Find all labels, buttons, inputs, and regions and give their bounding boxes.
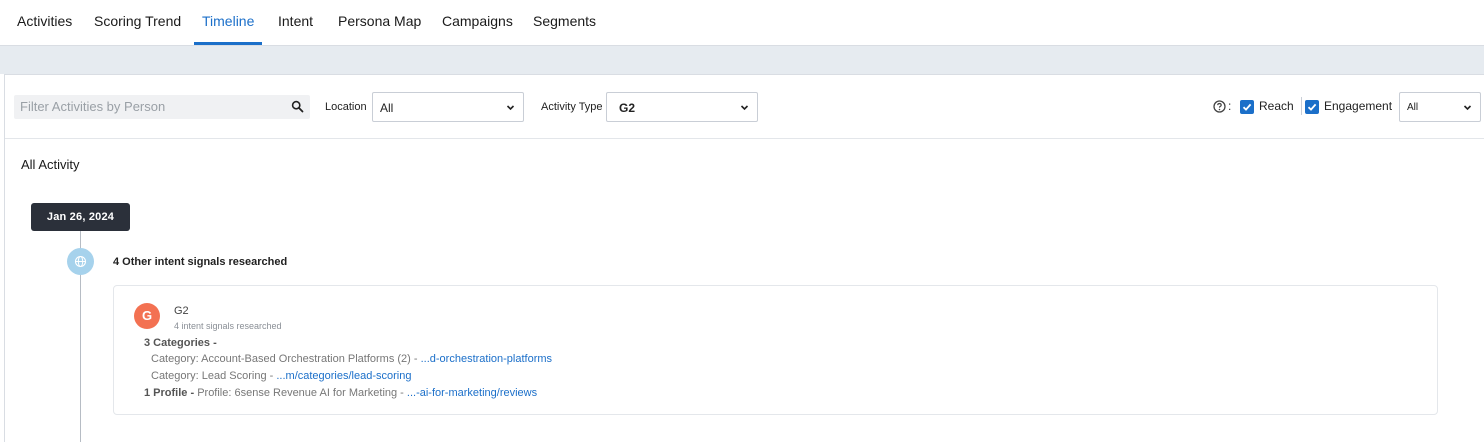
active-tab-indicator: [194, 42, 262, 45]
profile-row: 1 Profile - Profile: 6sense Revenue AI f…: [144, 387, 537, 399]
divider: [1301, 97, 1302, 115]
legend-separator: :: [1228, 99, 1232, 113]
g2-logo-icon: G: [134, 303, 160, 329]
category-2-link[interactable]: ...m/categories/lead-scoring: [276, 370, 411, 382]
activity-type-select-value: G2: [619, 101, 636, 115]
profile-header: 1 Profile -: [144, 387, 198, 399]
g2-logo-letter: G: [141, 308, 153, 323]
category-2-text: Category: Lead Scoring -: [151, 370, 277, 382]
location-select-value: All: [380, 101, 394, 115]
timeline-panel: Filter Activities by Person Location All…: [4, 74, 1484, 442]
engagement-label: Engagement: [1324, 99, 1393, 113]
tab-bar: Activities Scoring Trend Timeline Intent…: [0, 0, 1484, 46]
check-icon: [1242, 103, 1252, 111]
filter-bar: Filter Activities by Person Location All…: [5, 75, 1484, 139]
category-row-1: Category: Account-Based Orchestration Pl…: [151, 353, 552, 365]
activity-type-label: Activity Type: [541, 101, 603, 113]
tab-activities[interactable]: Activities: [17, 13, 72, 29]
person-filter-input[interactable]: Filter Activities by Person: [14, 95, 310, 119]
activity-card: G G2 4 intent signals researched 3 Categ…: [113, 285, 1438, 415]
globe-icon: [74, 255, 87, 268]
profile-link[interactable]: ...-ai-for-marketing/reviews: [407, 387, 537, 399]
category-1-text: Category: Account-Based Orchestration Pl…: [151, 353, 421, 365]
tab-intent[interactable]: Intent: [278, 13, 313, 29]
search-icon[interactable]: [291, 100, 304, 113]
profile-text: Profile: 6sense Revenue AI for Marketing…: [197, 387, 407, 399]
check-icon: [1307, 103, 1317, 111]
card-subtitle: 4 intent signals researched: [174, 321, 282, 331]
engagement-checkbox[interactable]: [1305, 100, 1319, 114]
chevron-down-icon: [740, 105, 749, 111]
reach-label: Reach: [1259, 99, 1294, 113]
header-band: [0, 46, 1484, 74]
activity-type-select[interactable]: G2: [606, 92, 758, 122]
tab-timeline[interactable]: Timeline: [202, 13, 254, 29]
card-source-name: G2: [174, 305, 189, 317]
category-1-link[interactable]: ...d-orchestration-platforms: [421, 353, 552, 365]
timeline-node: [67, 248, 94, 275]
tab-scoring-trend[interactable]: Scoring Trend: [94, 13, 181, 29]
categories-header-text: 3 Categories -: [144, 337, 217, 349]
engagement-select[interactable]: All: [1399, 92, 1481, 122]
tab-segments[interactable]: Segments: [533, 13, 596, 29]
categories-header: 3 Categories -: [144, 337, 217, 349]
chevron-down-icon: [1463, 105, 1472, 111]
engagement-select-value: All: [1407, 102, 1419, 113]
reach-checkbox[interactable]: [1240, 100, 1254, 114]
date-chip: Jan 26, 2024: [31, 203, 130, 231]
location-select[interactable]: All: [372, 92, 524, 122]
location-label: Location: [325, 101, 367, 113]
help-icon[interactable]: [1213, 100, 1226, 113]
section-title: All Activity: [21, 157, 80, 172]
chevron-down-icon: [506, 105, 515, 111]
search-placeholder: Filter Activities by Person: [20, 99, 166, 114]
category-row-2: Category: Lead Scoring - ...m/categories…: [151, 370, 411, 382]
tab-campaigns[interactable]: Campaigns: [442, 13, 513, 29]
tab-persona-map[interactable]: Persona Map: [338, 13, 421, 29]
event-title: 4 Other intent signals researched: [113, 256, 288, 268]
